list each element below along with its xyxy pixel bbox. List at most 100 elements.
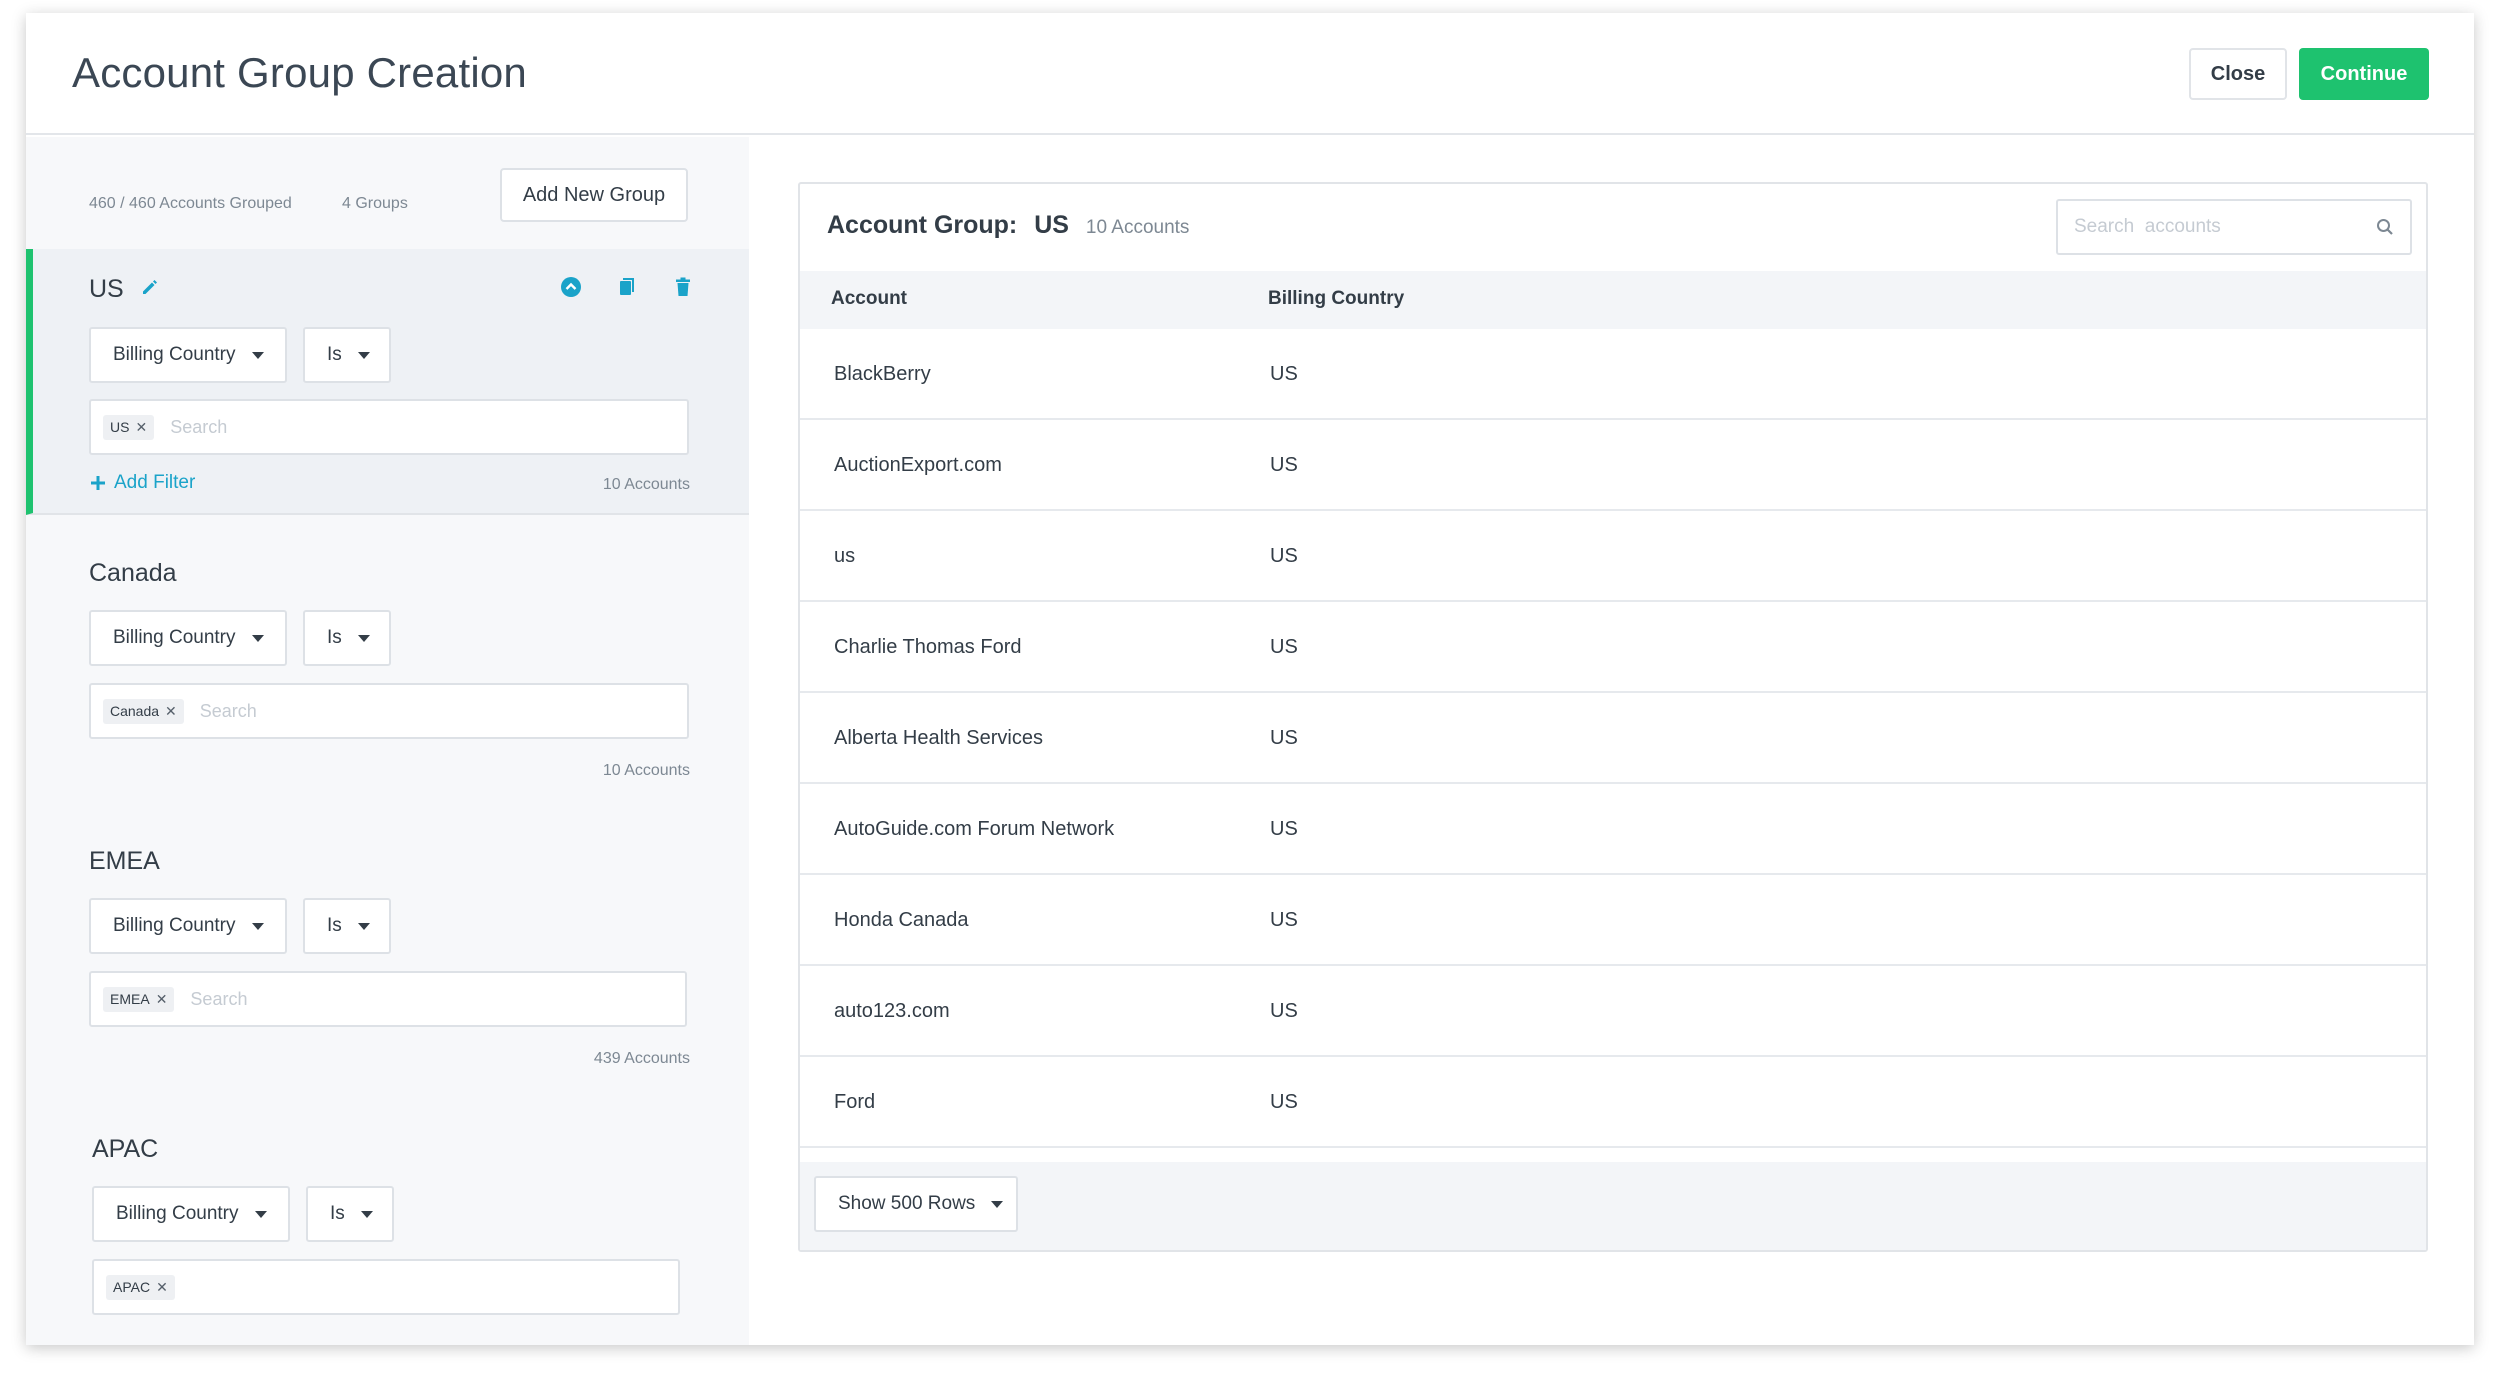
cell-account: auto123.com	[834, 1000, 950, 1022]
search-placeholder: Search	[170, 416, 228, 437]
filter-operator-value: Is	[330, 1203, 345, 1224]
chevron-down-icon	[251, 922, 264, 930]
group-name: US	[89, 275, 124, 303]
group-name: APAC	[92, 1135, 159, 1163]
group-account-count: 439 Accounts	[593, 1050, 690, 1067]
group-name: Canada	[89, 559, 177, 587]
cell-billing-country: US	[1270, 545, 1298, 567]
filter-operator-select[interactable]: Is	[303, 898, 391, 954]
chevron-down-icon	[360, 1210, 373, 1218]
cell-billing-country: US	[1270, 818, 1298, 840]
edit-name-icon[interactable]	[137, 274, 163, 300]
remove-tag-icon[interactable]: ✕	[156, 991, 168, 1008]
remove-tag-icon[interactable]: ✕	[165, 703, 177, 720]
search-input[interactable]	[2072, 215, 2376, 239]
chevron-down-icon	[251, 634, 264, 642]
table-row[interactable]: auto123.com US	[800, 966, 2426, 1057]
table-row[interactable]: Ford US	[800, 1057, 2426, 1148]
cell-billing-country: US	[1270, 727, 1298, 749]
cell-billing-country: US	[1270, 454, 1298, 476]
filter-value-input[interactable]: EMEA ✕ Search	[89, 971, 687, 1027]
cell-account: AutoGuide.com Forum Network	[834, 818, 1115, 840]
chevron-down-icon	[254, 1210, 267, 1218]
accounts-grouped-stat: 460 / 460 Accounts Grouped	[89, 195, 292, 212]
filter-operator-select[interactable]: Is	[306, 1186, 394, 1242]
search-placeholder: Search	[199, 700, 257, 721]
cell-account: us	[834, 545, 856, 567]
add-new-group-button[interactable]: Add New Group	[500, 168, 688, 222]
table-row[interactable]: AutoGuide.com Forum Network US	[800, 784, 2426, 875]
search-placeholder: Search	[190, 988, 248, 1009]
column-header-account[interactable]: Account	[831, 288, 907, 310]
cell-account: AuctionExport.com	[834, 454, 1002, 476]
cell-account: Ford	[834, 1091, 876, 1113]
group-card-apac[interactable]: APAC Billing Country Is APAC ✕	[26, 1093, 749, 1345]
filter-field-select[interactable]: Billing Country	[92, 1186, 290, 1242]
filter-value-input[interactable]: Canada ✕ Search	[89, 683, 689, 739]
group-account-count: 10 Accounts	[602, 476, 690, 493]
filter-field-value: Billing Country	[116, 1203, 239, 1224]
table-row[interactable]: BlackBerry US	[800, 329, 2426, 420]
table-row[interactable]: AuctionExport.com US	[800, 420, 2426, 511]
filter-value-input[interactable]: US ✕ Search	[89, 399, 689, 455]
filter-field-select[interactable]: Billing Country	[89, 610, 287, 666]
account-search-box[interactable]	[2056, 199, 2412, 255]
group-card-canada[interactable]: Canada Billing Country Is Canada ✕ Search…	[26, 517, 749, 805]
chevron-down-icon	[251, 351, 264, 359]
group-name: EMEA	[89, 847, 160, 875]
value-tag: APAC ✕	[106, 1274, 175, 1300]
panel-account-count: 10 Accounts	[1085, 217, 1190, 238]
filter-operator-value: Is	[327, 915, 342, 936]
remove-tag-icon[interactable]: ✕	[135, 419, 147, 436]
page-title: Account Group Creation	[72, 49, 527, 96]
filter-field-value: Billing Country	[113, 344, 236, 365]
filter-operator-value: Is	[327, 344, 342, 365]
delete-icon[interactable]	[670, 274, 696, 300]
value-tag: Canada ✕	[103, 698, 184, 724]
modal-header: Account Group Creation Close Continue	[26, 13, 2474, 135]
filter-value-input[interactable]: APAC ✕	[92, 1259, 680, 1315]
collapse-icon[interactable]	[558, 274, 584, 300]
table-header: Account Billing Country	[800, 271, 2426, 329]
group-card-us[interactable]: US Billing Country Is US ✕ Search Add Fi…	[26, 249, 749, 515]
column-header-billing-country[interactable]: Billing Country	[1268, 288, 1404, 310]
tag-label: US	[110, 419, 130, 435]
account-group-panel: Account Group: US 10 Accounts Account Bi…	[798, 182, 2428, 1252]
table-footer: Show 500 Rows	[800, 1162, 2426, 1250]
duplicate-icon[interactable]	[614, 274, 640, 300]
cell-billing-country: US	[1270, 363, 1298, 385]
cell-billing-country: US	[1270, 636, 1298, 658]
cell-account: Charlie Thomas Ford	[834, 636, 1022, 658]
cell-account: Alberta Health Services	[834, 727, 1043, 749]
table-row[interactable]: Honda Canada US	[800, 875, 2426, 966]
chevron-down-icon	[357, 922, 370, 930]
table-row[interactable]: Charlie Thomas Ford US	[800, 602, 2426, 693]
cell-billing-country: US	[1270, 1000, 1298, 1022]
tag-label: APAC	[113, 1279, 151, 1295]
filter-operator-select[interactable]: Is	[303, 610, 391, 666]
chevron-down-icon	[357, 634, 370, 642]
rows-per-page-select[interactable]: Show 500 Rows	[814, 1176, 1018, 1232]
add-filter-label: Add Filter	[114, 472, 196, 493]
cell-billing-country: US	[1270, 909, 1298, 931]
group-account-count: 10 Accounts	[602, 762, 690, 779]
account-group-creation-modal: Account Group Creation Close Continue 46…	[26, 13, 2474, 1345]
close-button[interactable]: Close	[2189, 48, 2287, 100]
filter-operator-select[interactable]: Is	[303, 327, 391, 383]
add-filter-link[interactable]: Add Filter	[89, 472, 195, 494]
table-row[interactable]: Alberta Health Services US	[800, 693, 2426, 784]
continue-button[interactable]: Continue	[2299, 48, 2429, 100]
cell-account: BlackBerry	[834, 363, 931, 385]
groups-sidebar: 460 / 460 Accounts Grouped 4 Groups Add …	[26, 137, 749, 1345]
filter-field-select[interactable]: Billing Country	[89, 327, 287, 383]
group-card-emea[interactable]: EMEA Billing Country Is EMEA ✕ Search 439…	[26, 805, 749, 1093]
table-row[interactable]: us US	[800, 511, 2426, 602]
filter-field-select[interactable]: Billing Country	[89, 898, 287, 954]
remove-tag-icon[interactable]: ✕	[156, 1279, 168, 1296]
filter-field-value: Billing Country	[113, 627, 236, 648]
cell-billing-country: US	[1270, 1091, 1298, 1113]
value-tag: EMEA ✕	[103, 986, 175, 1012]
chevron-down-icon	[357, 351, 370, 359]
cell-account: Honda Canada	[834, 909, 969, 931]
search-icon[interactable]	[2376, 218, 2394, 236]
